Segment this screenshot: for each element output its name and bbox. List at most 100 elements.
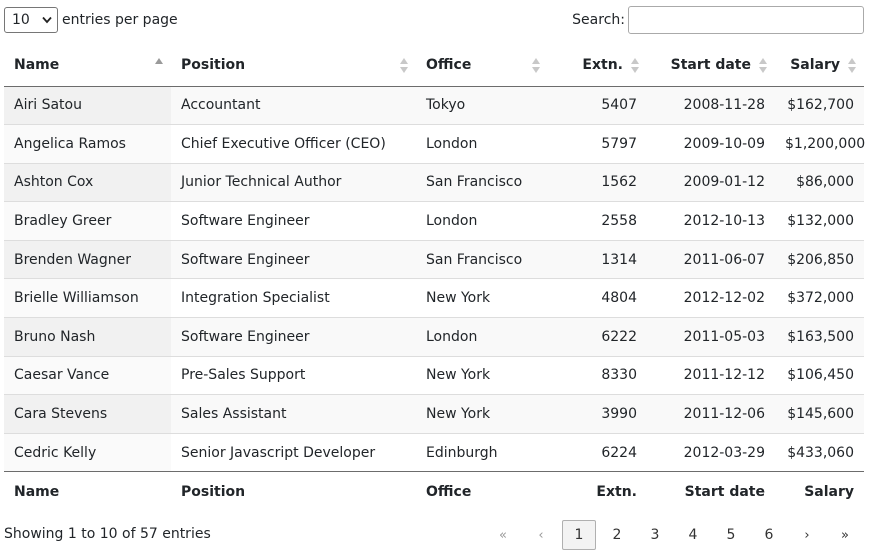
cell-position: Senior Javascript Developer (171, 432, 416, 472)
column-header-start-date[interactable]: Start date (647, 44, 775, 87)
cell-position: Chief Executive Officer (CEO) (171, 124, 416, 164)
column-header-extn[interactable]: Extn. (548, 44, 647, 87)
cell-salary: $163,500 (775, 317, 864, 357)
cell-salary: $86,000 (775, 162, 864, 202)
cell-salary: $433,060 (775, 432, 864, 472)
cell-start-date: 2011-12-12 (647, 355, 775, 395)
column-header-label: Extn. (582, 56, 623, 73)
cell-name: Bruno Nash (4, 317, 171, 357)
cell-salary: $206,850 (775, 239, 864, 279)
cell-name: Caesar Vance (4, 355, 171, 395)
cell-name: Airi Satou (4, 86, 171, 125)
cell-extn: 1562 (548, 162, 647, 202)
cell-extn: 6222 (548, 317, 647, 357)
cell-office: San Francisco (416, 162, 548, 202)
cell-office: London (416, 317, 548, 357)
page-button-6[interactable]: 6 (752, 520, 786, 550)
table-row[interactable]: Brielle Williamson Integration Specialist… (4, 278, 864, 318)
data-table: Name Position Office Extn. Start date Sa… (4, 44, 865, 512)
page-button-1[interactable]: 1 (562, 520, 596, 550)
table-info: Showing 1 to 10 of 57 entries (4, 526, 211, 542)
entries-per-page-label: entries per page (62, 12, 178, 28)
table-row[interactable]: Cara Stevens Sales Assistant New York 3990 2… (4, 394, 864, 434)
page-button-3[interactable]: 3 (638, 520, 672, 550)
cell-name: Ashton Cox (4, 162, 171, 202)
cell-office: New York (416, 278, 548, 318)
page-button-4[interactable]: 4 (676, 520, 710, 550)
cell-position: Software Engineer (171, 201, 416, 241)
page-number-list: 123456 (558, 520, 786, 550)
table-controls: 10 entries per page Search: (0, 0, 871, 40)
cell-office: Tokyo (416, 86, 548, 125)
length-control: 10 entries per page (4, 7, 178, 33)
table-row[interactable]: Angelica Ramos Chief Executive Officer (C… (4, 124, 865, 164)
page-button-2[interactable]: 2 (600, 520, 634, 550)
cell-extn: 5407 (548, 86, 647, 125)
table-row[interactable]: Caesar Vance Pre-Sales Support New York 833… (4, 355, 864, 395)
page-button-5[interactable]: 5 (714, 520, 748, 550)
cell-salary: $162,700 (775, 86, 864, 125)
next-page-button[interactable]: › (790, 520, 824, 550)
column-header-position[interactable]: Position (171, 44, 416, 87)
column-header-salary[interactable]: Salary (775, 44, 864, 87)
column-header-office[interactable]: Office (416, 44, 548, 87)
cell-extn: 3990 (548, 394, 647, 434)
search-input[interactable] (628, 6, 864, 34)
cell-position: Pre-Sales Support (171, 355, 416, 395)
cell-start-date: 2011-05-03 (647, 317, 775, 357)
column-header-name[interactable]: Name (4, 44, 171, 87)
cell-office: San Francisco (416, 239, 548, 279)
cell-extn: 4804 (548, 278, 647, 318)
cell-office: Edinburgh (416, 432, 548, 472)
cell-position: Software Engineer (171, 239, 416, 279)
table-row[interactable]: Bruno Nash Software Engineer London 6222 201… (4, 317, 864, 357)
cell-name: Brenden Wagner (4, 239, 171, 279)
table-body: Airi Satou Accountant Tokyo 5407 2008-11-28 $… (4, 86, 865, 472)
column-header-label: Office (426, 56, 472, 73)
search-label: Search: (572, 12, 625, 28)
table-row[interactable]: Bradley Greer Software Engineer London 2558… (4, 201, 864, 241)
sort-icon (759, 58, 767, 74)
cell-start-date: 2008-11-28 (647, 86, 775, 125)
last-page-button[interactable]: » (828, 520, 862, 550)
cell-name: Brielle Williamson (4, 278, 171, 318)
cell-position: Junior Technical Author (171, 162, 416, 202)
footer-label-salary: Salary (775, 471, 864, 512)
cell-extn: 6224 (548, 432, 647, 472)
cell-start-date: 2011-12-06 (647, 394, 775, 434)
table-row[interactable]: Cedric Kelly Senior Javascript Developer E… (4, 432, 864, 472)
cell-start-date: 2012-10-13 (647, 201, 775, 241)
cell-start-date: 2009-10-09 (647, 124, 775, 164)
cell-salary: $106,450 (775, 355, 864, 395)
search-control: Search: (572, 6, 864, 34)
cell-start-date: 2009-01-12 (647, 162, 775, 202)
first-page-button[interactable]: « (486, 520, 520, 550)
cell-name: Angelica Ramos (4, 124, 171, 164)
datatable-page: 10 entries per page Search: Name Positio… (0, 0, 871, 556)
footer-label-office: Office (416, 471, 548, 512)
entries-per-page-select[interactable]: 10 (4, 7, 58, 33)
cell-salary: $132,000 (775, 201, 864, 241)
cell-extn: 1314 (548, 239, 647, 279)
cell-office: New York (416, 394, 548, 434)
table-row[interactable]: Brenden Wagner Software Engineer San Franc… (4, 239, 864, 279)
previous-page-button[interactable]: ‹ (524, 520, 558, 550)
footer-label-name: Name (4, 471, 171, 512)
cell-salary: $1,200,000 (775, 124, 865, 164)
cell-position: Sales Assistant (171, 394, 416, 434)
table-row[interactable]: Airi Satou Accountant Tokyo 5407 2008-11-28 $… (4, 86, 864, 125)
cell-office: New York (416, 355, 548, 395)
cell-name: Cedric Kelly (4, 432, 171, 472)
cell-salary: $145,600 (775, 394, 864, 434)
cell-extn: 2558 (548, 201, 647, 241)
cell-position: Software Engineer (171, 317, 416, 357)
sort-icon (631, 58, 639, 74)
cell-salary: $372,000 (775, 278, 864, 318)
table-row[interactable]: Ashton Cox Junior Technical Author San Fra… (4, 162, 864, 202)
sort-icon (848, 58, 856, 74)
cell-name: Bradley Greer (4, 201, 171, 241)
cell-position: Accountant (171, 86, 416, 125)
column-header-label: Position (181, 56, 246, 73)
entries-per-page-value: 10 (12, 12, 30, 28)
sort-icon (400, 58, 408, 74)
